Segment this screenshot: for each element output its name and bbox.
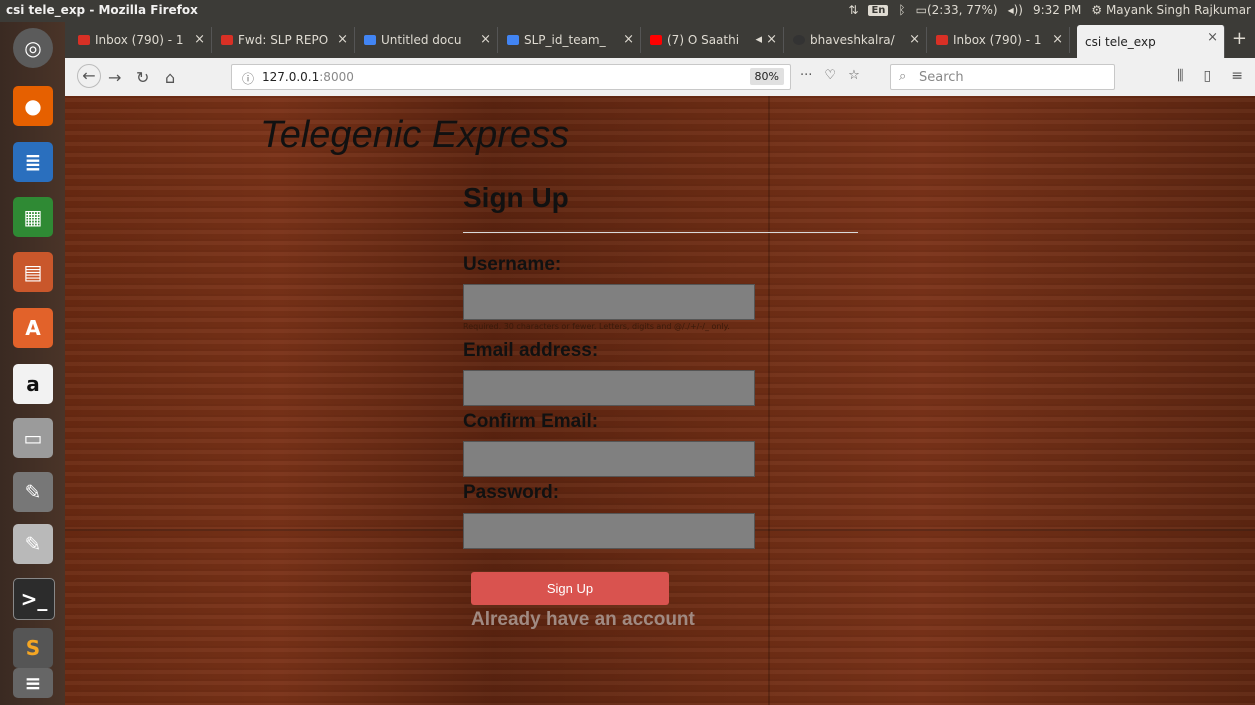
audio-close-icon[interactable]: ◂ × [755,32,777,47]
tab-csi-tele-exp[interactable]: csi tele_exp × [1077,25,1225,58]
divider [463,232,858,233]
tab-label: Inbox (790) - 1 [95,33,184,47]
back-button[interactable]: ← [77,64,101,88]
info-icon[interactable]: ⓘ [242,70,254,87]
tab-github[interactable]: bhaveshkalra/ × [785,27,927,53]
url-text: 127.0.0.1:8000 [262,70,354,84]
user-name: Mayank Singh Rajkumar [1105,3,1251,17]
writer-icon[interactable]: ≣ [13,142,53,182]
username-label: Username: [463,254,562,275]
more-actions-icon[interactable]: ··· [800,68,812,83]
pocket-icon[interactable]: ♡ [824,68,836,83]
text-editor-icon[interactable]: ✎ [13,524,53,564]
youtube-icon [650,35,662,45]
username-hint: Required. 30 characters or fewer. Letter… [463,322,730,331]
email-input[interactable] [463,370,755,406]
window-title: csi tele_exp - Mozilla Firefox [6,3,198,17]
page-actions: ··· ♡ ☆ [800,68,860,83]
sublime-text-icon[interactable]: S [13,628,53,668]
tab-inbox-2[interactable]: Inbox (790) - 1 × [928,27,1070,53]
confirm-email-label: Confirm Email: [463,411,599,432]
keyboard-layout-indicator[interactable]: En [868,4,889,16]
amazon-icon[interactable]: a [13,364,53,404]
tab-label: (7) O Saathi [667,33,740,47]
software-center-icon[interactable]: A [13,308,53,348]
home-button[interactable]: ⌂ [165,68,175,87]
confirm-email-input[interactable] [463,441,755,477]
email-label: Email address: [463,340,599,361]
tab-untitled-document[interactable]: Untitled docu × [356,27,498,53]
url-host: 127.0.0.1 [262,70,320,84]
tab-label: SLP_id_team_ [524,33,606,47]
terminal-icon[interactable]: >_ [13,578,55,620]
battery-icon: ▭ [915,3,927,17]
gmail-icon [78,35,90,45]
tab-slp-id-team[interactable]: SLP_id_team_ × [499,27,641,53]
close-icon[interactable]: × [1207,30,1218,45]
tab-label: Inbox (790) - 1 [953,33,1042,47]
login-link[interactable]: Already have an account [471,609,695,631]
menu-icon[interactable]: ≡ [1231,68,1243,84]
system-settings-icon[interactable]: ✎ [13,472,53,512]
bluetooth-icon[interactable]: ᛒ [898,3,905,17]
close-icon[interactable]: × [337,32,348,47]
search-input[interactable]: ⌕ Search [890,64,1115,90]
sign-up-button[interactable]: Sign Up [471,572,669,605]
zoom-indicator[interactable]: 80% [749,68,784,85]
impress-icon[interactable]: ▤ [13,252,53,292]
wood-seam [768,96,770,705]
new-tab-button[interactable]: + [1232,28,1247,49]
launcher-sidebar: ◎ ● ≣ ▦ ▤ A a ▭ ✎ ✎ >_ S ≡ [0,22,66,705]
sidebar-icon[interactable]: ▯ [1204,68,1212,84]
tab-youtube-saathi[interactable]: (7) O Saathi ◂ × [642,27,784,53]
page-title: Sign Up [463,182,569,213]
page-content: Telegenic Express Sign Up Username: Requ… [65,96,1255,705]
brand-title: Telegenic Express [260,114,570,156]
close-icon[interactable]: × [623,32,634,47]
browser-tab-bar: Inbox (790) - 1 × Fwd: SLP REPO × Untitled… [65,22,1255,58]
password-label: Password: [463,482,560,503]
docs-icon [364,35,376,45]
network-icon[interactable]: ⇅ [848,3,858,17]
gmail-icon [936,35,948,45]
battery-status: (2:33, 77%) [926,3,998,17]
username-input[interactable] [463,284,755,320]
close-icon[interactable]: × [909,32,920,47]
github-icon [793,35,805,45]
firefox-icon[interactable]: ● [13,86,53,126]
tab-label: Fwd: SLP REPO [238,33,329,47]
search-icon: ⌕ [899,69,907,84]
url-bar[interactable]: ⓘ 127.0.0.1:8000 80% [231,64,791,90]
clock[interactable]: 9:32 PM [1033,3,1081,17]
tab-fwd-slp-report[interactable]: Fwd: SLP REPO × [213,27,355,53]
docs-icon [507,35,519,45]
close-icon[interactable]: × [1052,32,1063,47]
browser-nav-bar: ← → ↻ ⌂ ⓘ 127.0.0.1:8000 80% ··· ♡ ☆ ⌕ S… [65,58,1255,97]
tab-label: csi tele_exp [1085,34,1156,49]
bookmark-star-icon[interactable]: ☆ [848,68,860,83]
volume-icon[interactable]: ◂)) [1008,3,1023,17]
forward-button[interactable]: → [108,68,121,87]
library-icon[interactable]: ⫼ [1177,68,1183,84]
reload-button[interactable]: ↻ [136,68,149,87]
settings-icon: ⚙ [1091,3,1103,17]
password-input[interactable] [463,513,755,549]
system-top-bar: csi tele_exp - Mozilla Firefox ⇅ En ᛒ ▭(… [0,0,1255,22]
search-placeholder: Search [919,70,964,85]
tab-label: bhaveshkalra/ [810,33,895,47]
url-port: :8000 [319,70,354,84]
close-icon[interactable]: × [480,32,491,47]
close-icon[interactable]: × [194,32,205,47]
user-menu[interactable]: ⚙ Mayank Singh Rajkumar [1091,3,1251,17]
files-icon[interactable]: ▭ [13,418,53,458]
workspace-switcher-icon[interactable]: ≡ [13,668,53,698]
ubuntu-dash-icon[interactable]: ◎ [13,28,53,68]
toolbar-right: ⫼ ▯ ≡ [1177,68,1243,84]
tab-inbox-1[interactable]: Inbox (790) - 1 × [70,27,212,53]
calc-icon[interactable]: ▦ [13,197,53,237]
gmail-icon [221,35,233,45]
battery-indicator[interactable]: ▭(2:33, 77%) [916,3,998,17]
system-tray: ⇅ En ᛒ ▭(2:33, 77%) ◂)) 9:32 PM ⚙ Mayank… [848,3,1251,17]
tab-label: Untitled docu [381,33,462,47]
